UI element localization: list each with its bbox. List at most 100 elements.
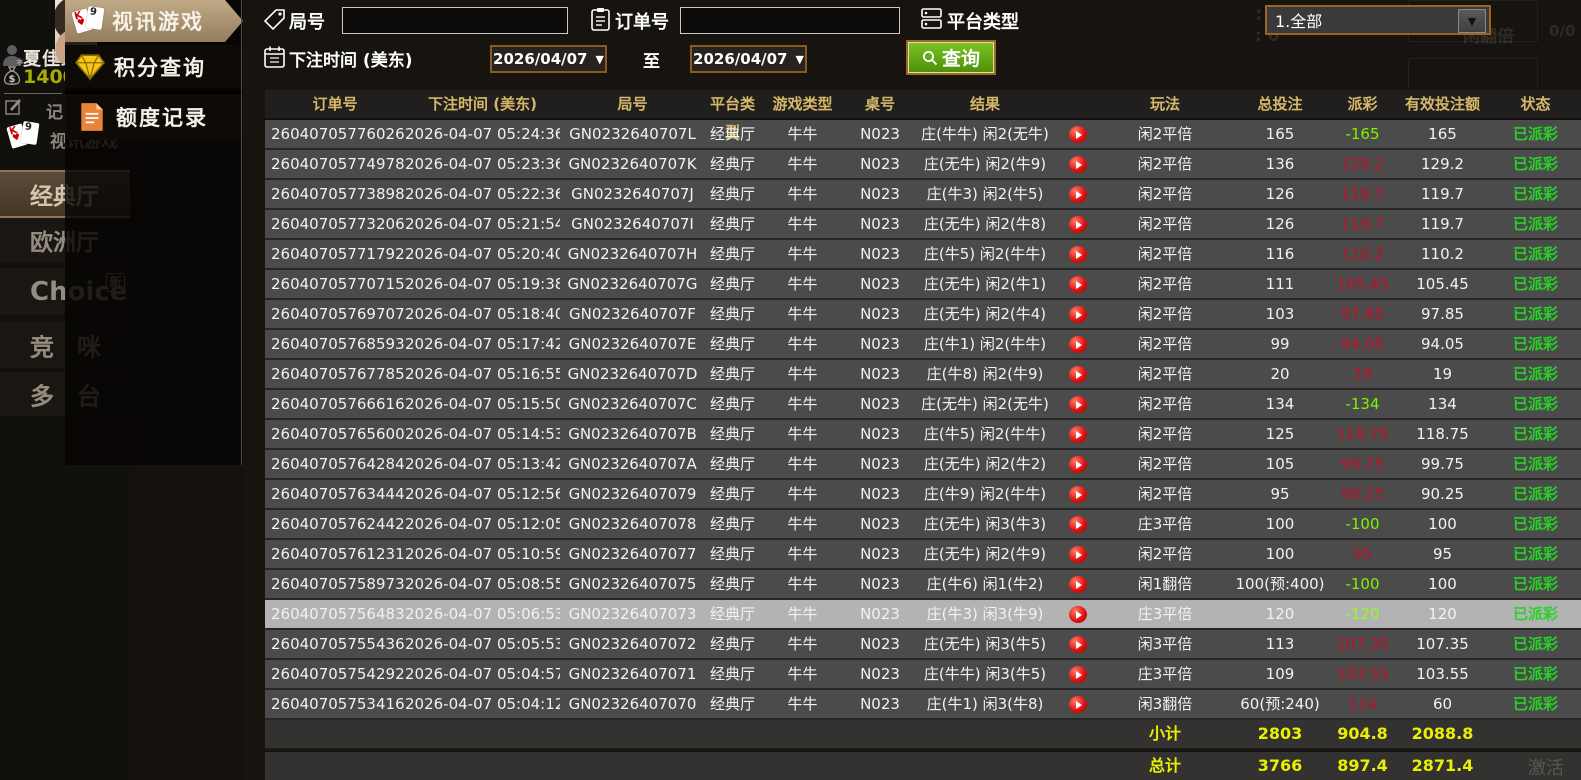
table-row[interactable]: 260407057749786 2026-04-07 05:23:36 GN0232… bbox=[265, 150, 1581, 180]
replay-play-button[interactable] bbox=[1068, 455, 1087, 473]
cell-play-method: 庄3平倍 bbox=[1137, 515, 1193, 533]
total-row: 总计 3766 897.4 2871.4 bbox=[265, 752, 1581, 780]
cell-replay bbox=[1055, 510, 1100, 538]
menu-item-video-games[interactable]: 视讯游戏 bbox=[65, 0, 243, 42]
menu-item-quota-records[interactable]: 额度记录 bbox=[65, 91, 243, 140]
cell-replay bbox=[1055, 180, 1100, 208]
replay-play-button[interactable] bbox=[1068, 635, 1087, 653]
menu-item-points-query[interactable]: 积分查询 bbox=[65, 45, 243, 88]
replay-play-button[interactable] bbox=[1068, 575, 1087, 593]
cell-replay bbox=[1055, 120, 1100, 148]
replay-play-button[interactable] bbox=[1068, 515, 1087, 533]
cell-table-no: N023 bbox=[860, 245, 900, 263]
table-row[interactable]: 260407057642848 2026-04-07 05:13:42 GN0232… bbox=[265, 450, 1581, 480]
cell-result: 庄(无牛) 闲2(牛9) bbox=[923, 545, 1047, 563]
replay-play-button[interactable] bbox=[1068, 365, 1087, 383]
cell-game-no: GN0232640707D bbox=[567, 365, 698, 383]
cell-game-type: 牛牛 bbox=[787, 695, 818, 713]
replay-play-button[interactable] bbox=[1068, 245, 1087, 263]
cell-game-type: 牛牛 bbox=[787, 485, 818, 503]
cell-payout: 129.2 bbox=[1341, 155, 1384, 173]
table-row[interactable]: 260407057634446 2026-04-07 05:12:56 GN0232… bbox=[265, 480, 1581, 510]
cell-valid-bet: 90.25 bbox=[1421, 485, 1464, 503]
search-button[interactable]: 查询 bbox=[906, 40, 996, 75]
replay-play-button[interactable] bbox=[1068, 305, 1087, 323]
cell-game-no: GN0232640707A bbox=[568, 455, 697, 473]
date-to-select[interactable]: 2026/04/07 ▼ bbox=[690, 45, 807, 73]
cell-total-bet: 113 bbox=[1265, 635, 1295, 653]
replay-play-button[interactable] bbox=[1068, 215, 1087, 233]
table-row[interactable]: 260407057738986 2026-04-07 05:22:36 GN0232… bbox=[265, 180, 1581, 210]
cell-order-no: 260407057749786 bbox=[271, 155, 405, 173]
table-row[interactable]: 260407057554362 2026-04-07 05:05:53 GN0232… bbox=[265, 630, 1581, 660]
replay-play-button[interactable] bbox=[1068, 275, 1087, 293]
table-row[interactable]: 260407057685932 2026-04-07 05:17:42 GN0232… bbox=[265, 330, 1581, 360]
replay-play-button[interactable] bbox=[1068, 335, 1087, 353]
cell-status: 已派彩 bbox=[1512, 395, 1558, 413]
cell-valid-bet: 60 bbox=[1432, 695, 1453, 713]
cell-bet-time: 2026-04-07 05:22:36 bbox=[405, 185, 560, 203]
replay-play-button[interactable] bbox=[1068, 605, 1087, 623]
cell-bet-time: 2026-04-07 05:12:56 bbox=[405, 485, 560, 503]
cell-play-method: 庄3平倍 bbox=[1137, 665, 1193, 683]
table-row[interactable]: 260407057542925 2026-04-07 05:04:57 GN0232… bbox=[265, 660, 1581, 690]
table-row[interactable]: 260407057677856 2026-04-07 05:16:55 GN0232… bbox=[265, 360, 1581, 390]
table-body: 260407057760261 2026-04-07 05:24:36 GN0232… bbox=[265, 120, 1581, 720]
cell-game-no: GN0232640707J bbox=[571, 185, 694, 203]
table-row[interactable]: 260407057612316 2026-04-07 05:10:59 GN0232… bbox=[265, 540, 1581, 570]
order-no-input[interactable] bbox=[680, 7, 900, 34]
replay-play-button[interactable] bbox=[1068, 545, 1087, 563]
edit-icon[interactable] bbox=[5, 98, 22, 115]
subtotal-bet: 2803 bbox=[1257, 724, 1303, 743]
cell-total-bet: 126 bbox=[1265, 185, 1295, 203]
cell-table-no: N023 bbox=[860, 455, 900, 473]
table-row[interactable]: 260407057666169 2026-04-07 05:15:50 GN0232… bbox=[265, 390, 1581, 420]
watermark-text: 激活 bbox=[1528, 758, 1564, 779]
replay-play-button[interactable] bbox=[1068, 425, 1087, 443]
cell-valid-bet: 107.35 bbox=[1416, 635, 1469, 653]
search-icon bbox=[922, 50, 938, 65]
cell-play-method: 闲1翻倍 bbox=[1137, 575, 1193, 593]
cell-game-no: GN0232640707C bbox=[568, 395, 697, 413]
cell-game-no: GN0232640707B bbox=[568, 425, 697, 443]
cell-platform-type: 经典厅 bbox=[709, 425, 755, 443]
cell-game-no: GN0232640707F bbox=[569, 305, 696, 323]
cell-result: 庄(牛3) 闲3(牛9) bbox=[926, 605, 1044, 623]
platform-type-select[interactable]: 1.全部 ▼ bbox=[1265, 5, 1491, 35]
cell-order-no: 260407057642848 bbox=[271, 455, 405, 473]
table-row[interactable]: 260407057717922 2026-04-07 05:20:40 GN0232… bbox=[265, 240, 1581, 270]
chevron-down-icon[interactable]: ▼ bbox=[1458, 9, 1486, 33]
replay-play-button[interactable] bbox=[1068, 665, 1087, 683]
game-no-input[interactable] bbox=[342, 7, 568, 34]
table-row[interactable]: 260407057707158 2026-04-07 05:19:38 GN0232… bbox=[265, 270, 1581, 300]
cell-valid-bet: 95 bbox=[1432, 545, 1453, 563]
table-row[interactable]: 260407057697071 2026-04-07 05:18:40 GN0232… bbox=[265, 300, 1581, 330]
table-row[interactable]: 260407057534167 2026-04-07 05:04:12 GN0232… bbox=[265, 690, 1581, 720]
cell-game-no: GN02326407070 bbox=[568, 695, 697, 713]
cell-bet-time: 2026-04-07 05:04:57 bbox=[405, 665, 560, 683]
cell-total-bet: 100 bbox=[1265, 515, 1295, 533]
cell-result: 庄(无牛) 闲2(牛2) bbox=[923, 455, 1047, 473]
cell-total-bet: 100(预:400) bbox=[1235, 575, 1325, 593]
replay-play-button[interactable] bbox=[1068, 125, 1087, 143]
replay-play-button[interactable] bbox=[1068, 485, 1087, 503]
table-row[interactable]: 260407057656002 2026-04-07 05:14:53 GN0232… bbox=[265, 420, 1581, 450]
table-row[interactable]: 260407057564833 2026-04-07 05:06:53 GN0232… bbox=[265, 600, 1581, 630]
cell-total-bet: 60(预:240) bbox=[1240, 695, 1320, 713]
cell-valid-bet: 19 bbox=[1432, 365, 1453, 383]
date-from-select[interactable]: 2026/04/07 ▼ bbox=[490, 45, 607, 73]
replay-play-button[interactable] bbox=[1068, 155, 1087, 173]
replay-play-button[interactable] bbox=[1068, 695, 1087, 713]
replay-play-button[interactable] bbox=[1068, 185, 1087, 203]
cell-play-method: 闲2平倍 bbox=[1137, 425, 1193, 443]
table-row[interactable]: 260407057732064 2026-04-07 05:21:54 GN0232… bbox=[265, 210, 1581, 240]
cell-replay bbox=[1055, 240, 1100, 268]
table-row[interactable]: 260407057624424 2026-04-07 05:12:05 GN0232… bbox=[265, 510, 1581, 540]
cell-order-no: 260407057554362 bbox=[271, 635, 405, 653]
table-row[interactable]: 260407057589734 2026-04-07 05:08:55 GN0232… bbox=[265, 570, 1581, 600]
table-row[interactable]: 260407057760261 2026-04-07 05:24:36 GN0232… bbox=[265, 120, 1581, 150]
total-payout: 897.4 bbox=[1337, 756, 1388, 775]
replay-play-button[interactable] bbox=[1068, 395, 1087, 413]
svg-text:$: $ bbox=[9, 74, 16, 85]
cell-replay bbox=[1055, 150, 1100, 178]
